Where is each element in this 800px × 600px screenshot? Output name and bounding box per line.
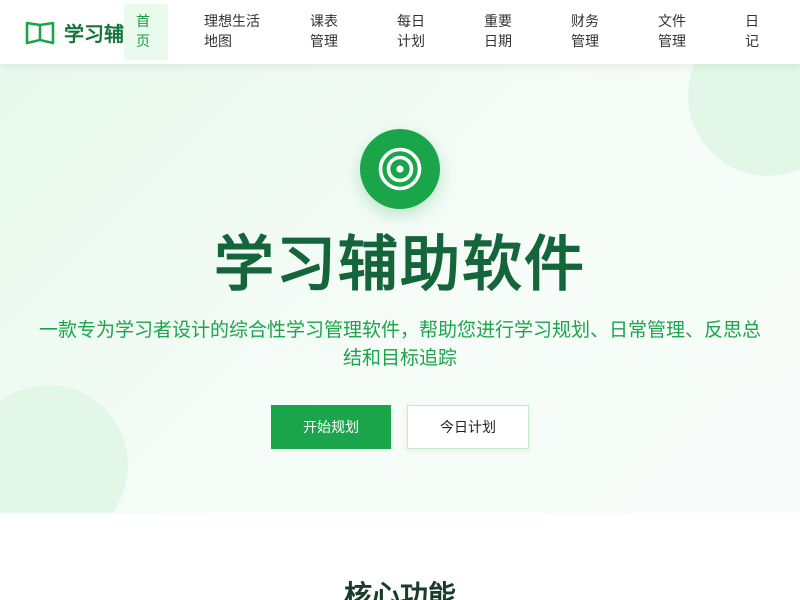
nav-label: 页: [136, 34, 150, 50]
nav-label: 管理: [658, 34, 686, 50]
nav-item-schedule[interactable]: 课表 管理: [298, 4, 354, 60]
target-icon: [378, 147, 422, 191]
nav-item-files[interactable]: 文件 管理: [646, 4, 702, 60]
nav-item-diary[interactable]: 日 记: [733, 4, 777, 60]
nav-label: 课表: [310, 14, 338, 30]
decorative-circle: [0, 385, 128, 513]
nav-label: 记: [745, 34, 759, 50]
top-navbar: 学习辅助软件 首 页 理想生活 地图 课表 管理 每日 计划 重要 日期 财务 …: [0, 0, 800, 64]
brand-logo[interactable]: 学习辅助软件: [24, 16, 124, 48]
nav-label: 计划: [397, 34, 425, 50]
nav-label: 管理: [310, 34, 338, 50]
page: 学习辅助软件 首 页 理想生活 地图 课表 管理 每日 计划 重要 日期 财务 …: [0, 0, 800, 600]
decorative-circle: [688, 64, 800, 176]
brand-name: 学习辅助软件: [64, 21, 124, 46]
nav-label: 文件: [658, 14, 686, 30]
nav-label: 日期: [484, 34, 512, 50]
nav-label: 管理: [571, 34, 599, 50]
nav-label: 日: [745, 14, 759, 30]
hero-subtitle: 一款专为学习者设计的综合性学习管理软件，帮助您进行学习规划、日常管理、反思总结和…: [38, 319, 761, 369]
hero-section: 学习辅助软件 一款专为学习者设计的综合性学习管理软件，帮助您进行学习规划、日常管…: [0, 64, 800, 513]
start-planning-button[interactable]: 开始规划: [271, 405, 391, 449]
hero-title: 学习辅助软件: [214, 230, 586, 300]
nav-item-important-dates[interactable]: 重要 日期: [472, 4, 528, 60]
nav-label: 财务: [571, 14, 599, 30]
open-book-icon: [25, 21, 55, 45]
target-badge: [360, 129, 440, 209]
nav-label: 地图: [204, 34, 232, 50]
nav-label: 理想生活: [204, 14, 260, 30]
nav-item-finance[interactable]: 财务 管理: [559, 4, 615, 60]
nav-label: 每日: [397, 14, 425, 30]
nav-label: 首: [136, 14, 150, 30]
nav-label: 重要: [484, 14, 512, 30]
nav-item-home[interactable]: 首 页: [124, 4, 168, 60]
today-plan-button[interactable]: 今日计划: [407, 405, 529, 449]
core-features-title: 核心功能: [343, 579, 456, 600]
nav-item-daily-plan[interactable]: 每日 计划: [385, 4, 441, 60]
nav-item-ideal-life-map[interactable]: 理想生活 地图: [192, 4, 276, 60]
